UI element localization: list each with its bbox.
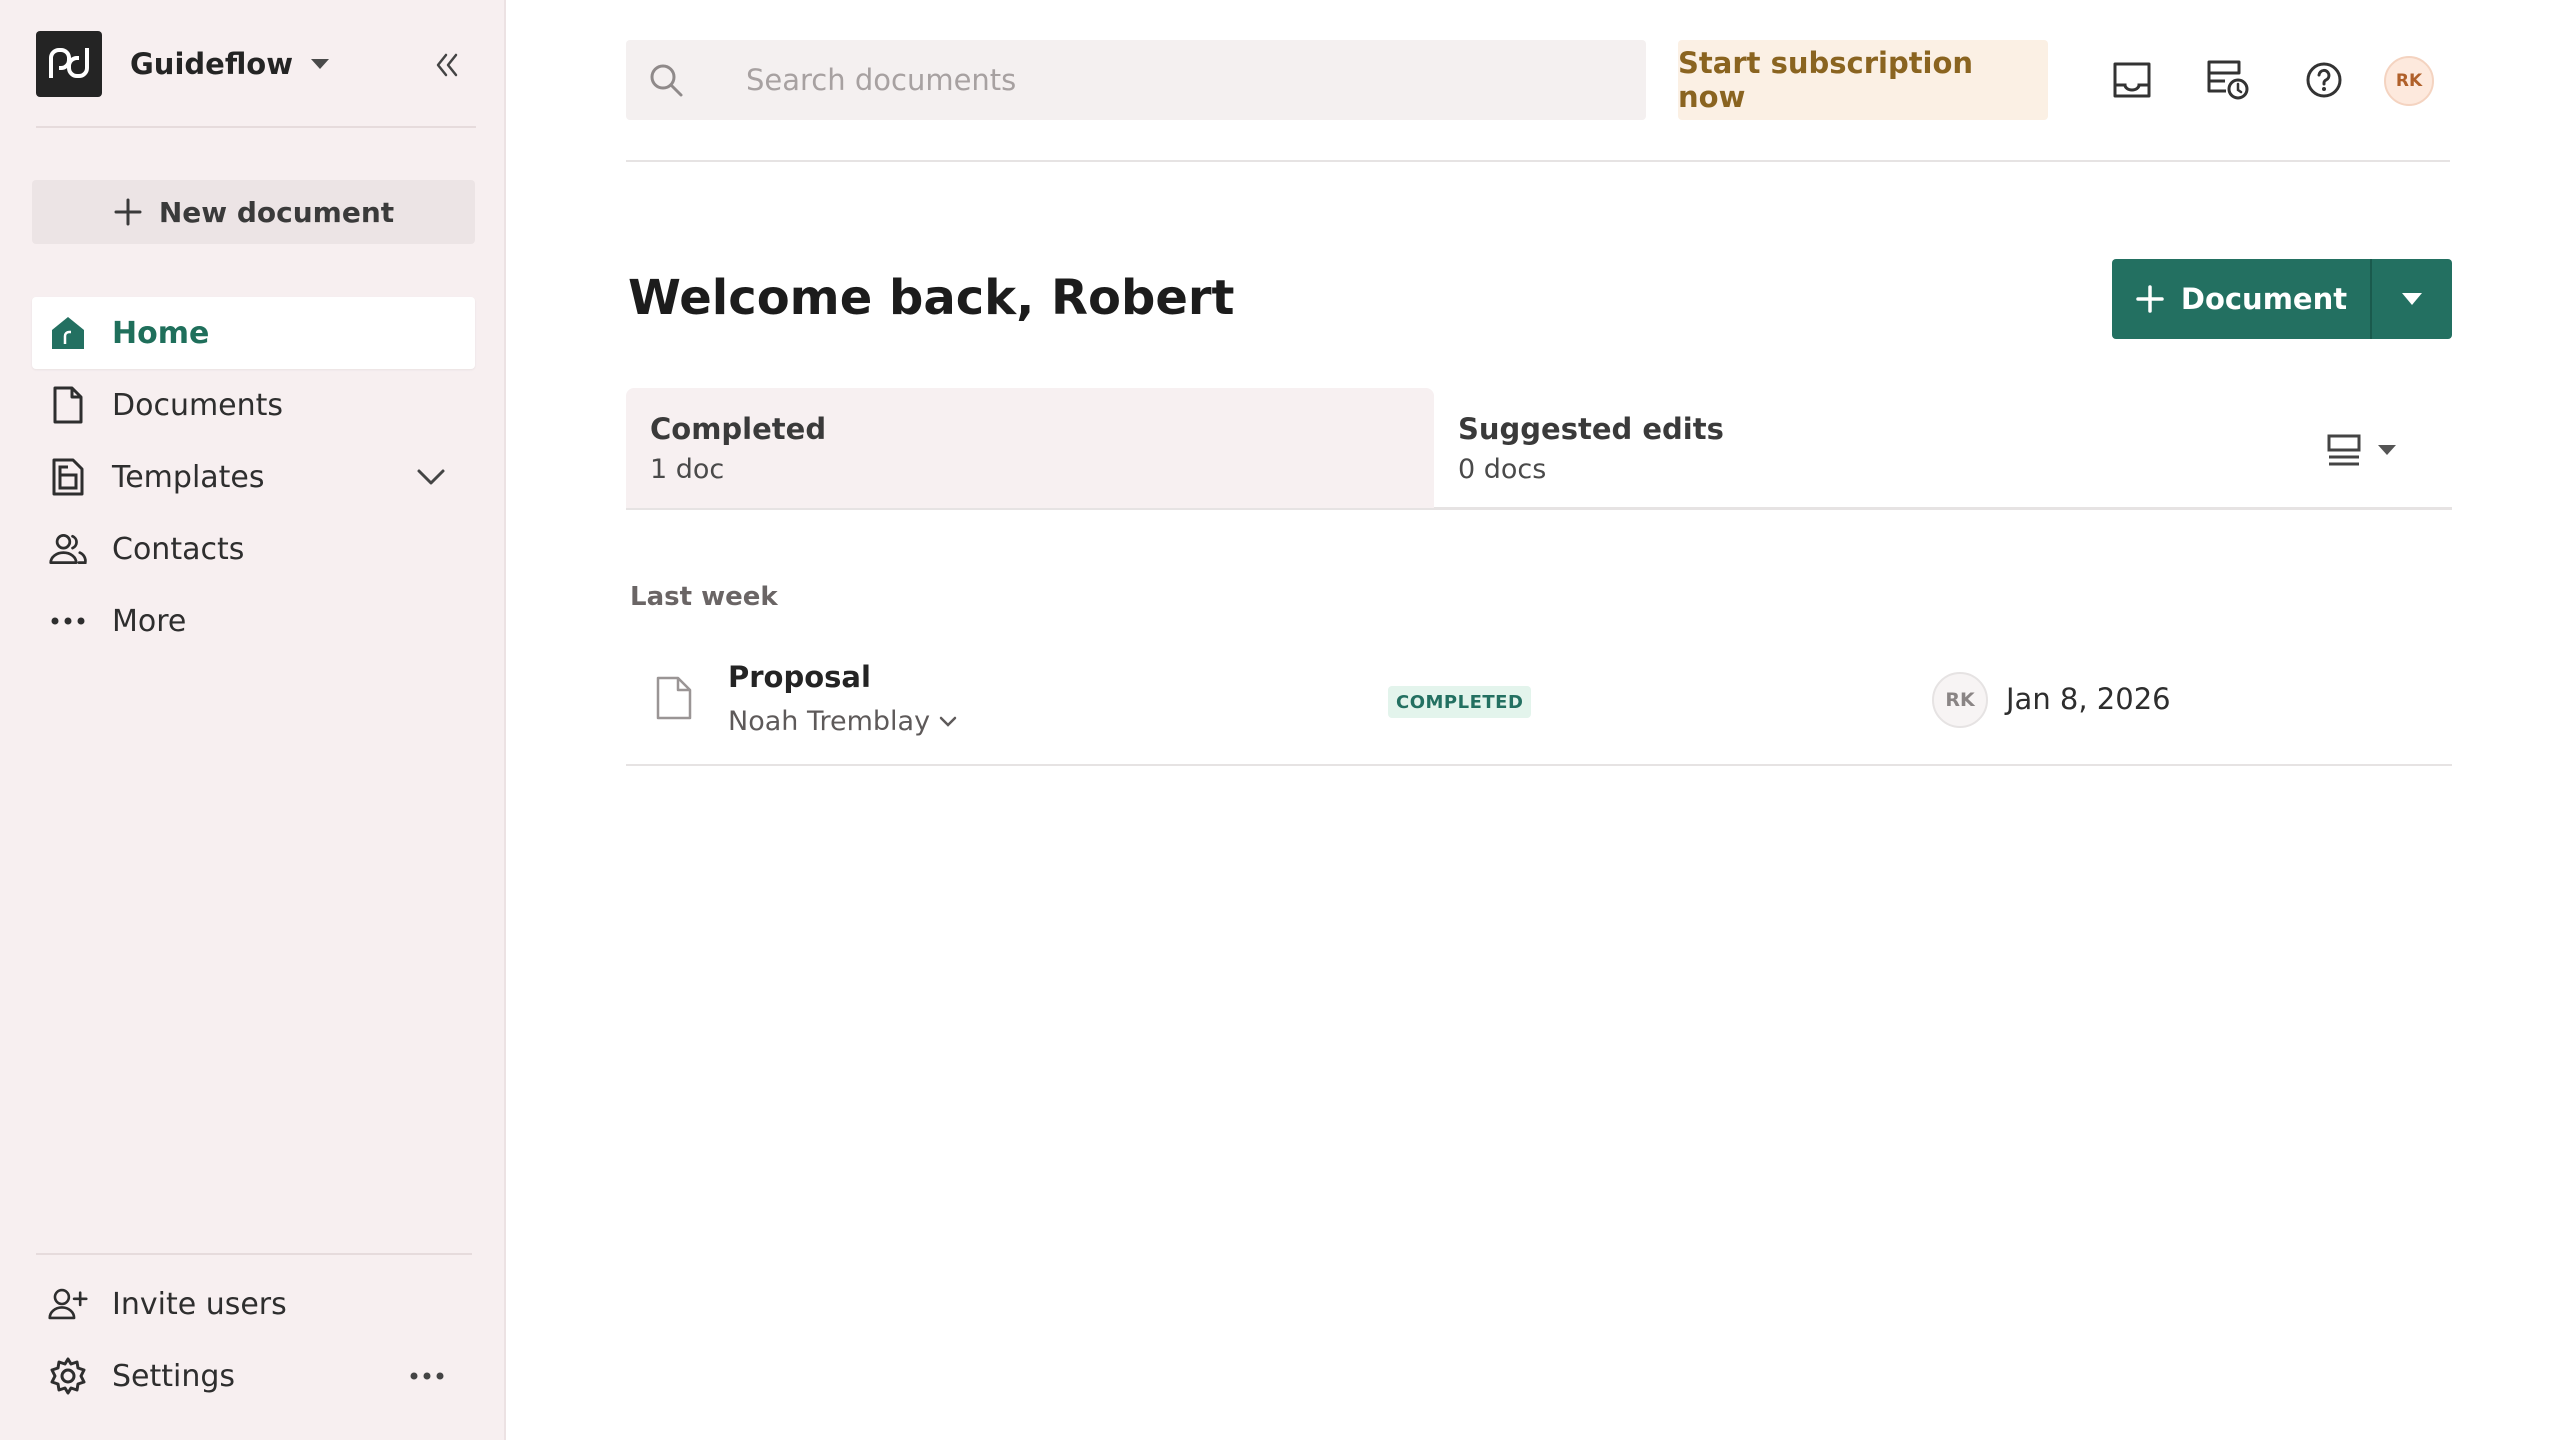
document-row[interactable]: Proposal Noah Tremblay COMPLETED RK Jan … [626,640,2452,766]
collapse-sidebar-button[interactable] [426,45,466,85]
sidebar-item-contacts[interactable]: Contacts [32,513,475,585]
document-icon [48,385,88,425]
search-input[interactable] [746,40,1606,120]
new-document-button[interactable]: New document [32,180,475,244]
tab-completed[interactable]: Completed 1 doc [626,388,1434,508]
help-button[interactable] [2300,56,2348,104]
tab-title: Completed [650,412,827,446]
caret-down-icon [311,59,330,69]
tab-count: 0 docs [1458,454,1547,485]
list-view-icon [2327,434,2361,466]
chevron-down-icon [939,716,957,727]
more-dots-icon [48,601,88,641]
sidebar-item-label: Documents [112,387,284,423]
section-heading: Last week [630,582,778,612]
plus-icon [2136,285,2164,313]
sidebar-item-label: Templates [112,459,265,495]
tab-count: 1 doc [650,454,725,485]
activity-history-icon [2207,60,2249,100]
inbox-icon [2113,62,2151,98]
workspace-switcher[interactable]: Guideflow [36,31,476,97]
page-title: Welcome back, Robert [628,270,1235,326]
gear-icon [48,1356,88,1396]
document-icon [656,676,692,720]
create-document-label: Document [2180,282,2348,316]
tab-title: Suggested edits [1458,412,1724,446]
status-badge: COMPLETED [1388,686,1532,718]
create-document-dropdown[interactable] [2372,259,2452,339]
sidebar-item-label: Invite users [112,1286,287,1322]
caret-down-icon [2378,445,2396,455]
invite-user-icon [48,1284,88,1324]
divider [36,1253,472,1255]
sidebar-item-templates[interactable]: Templates [32,441,475,513]
settings-more-button[interactable] [407,1356,447,1396]
document-date: Jan 8, 2026 [2006,682,2171,716]
new-document-label: New document [158,195,395,229]
view-mode-toggle[interactable] [2326,428,2426,472]
inbox-button[interactable] [2108,56,2156,104]
sidebar-item-documents[interactable]: Documents [32,369,475,441]
double-chevron-left-icon [436,53,458,77]
caret-down-icon [2402,293,2422,305]
workspace-name: Guideflow [130,47,294,81]
sidebar-item-label: Contacts [112,531,245,567]
bottom-nav: Invite users Settings [32,1268,475,1412]
home-icon [48,313,88,353]
main-nav: Home Documents Templates Contacts More [32,297,475,657]
sidebar-item-more[interactable]: More [32,585,475,657]
sidebar-item-invite-users[interactable]: Invite users [32,1268,475,1340]
search-bar[interactable] [626,40,1646,120]
sidebar-item-label: Home [112,315,210,351]
sidebar-item-label: More [112,603,187,639]
sidebar-item-label: Settings [112,1358,236,1394]
help-question-icon [2306,62,2342,98]
pandadoc-logo [36,31,102,97]
sidebar-item-home[interactable]: Home [32,297,475,369]
user-avatar[interactable]: RK [2384,56,2434,106]
create-document-split-button: Document [2112,259,2452,339]
divider [626,160,2450,162]
activity-button[interactable] [2204,56,2252,104]
assignee-avatar: RK [1932,672,1988,728]
search-icon [646,60,686,100]
template-icon [48,457,88,497]
contacts-icon [48,529,88,569]
plus-icon [114,198,142,226]
tab-suggested-edits[interactable]: Suggested edits 0 docs [1434,388,2134,508]
document-owner-name: Noah Tremblay [728,706,931,737]
sidebar-item-settings[interactable]: Settings [32,1340,475,1412]
divider [36,126,476,128]
start-subscription-button[interactable]: Start subscription now [1678,40,2048,120]
document-owner[interactable]: Noah Tremblay [728,706,958,737]
chevron-down-icon[interactable] [411,457,451,497]
document-title: Proposal [728,660,871,694]
sidebar: Guideflow New document Home Documents Te [0,0,506,1440]
create-document-button[interactable]: Document [2112,259,2370,339]
more-dots-icon [410,1372,444,1380]
document-status-tabs: Completed 1 doc Suggested edits 0 docs [626,388,2452,510]
